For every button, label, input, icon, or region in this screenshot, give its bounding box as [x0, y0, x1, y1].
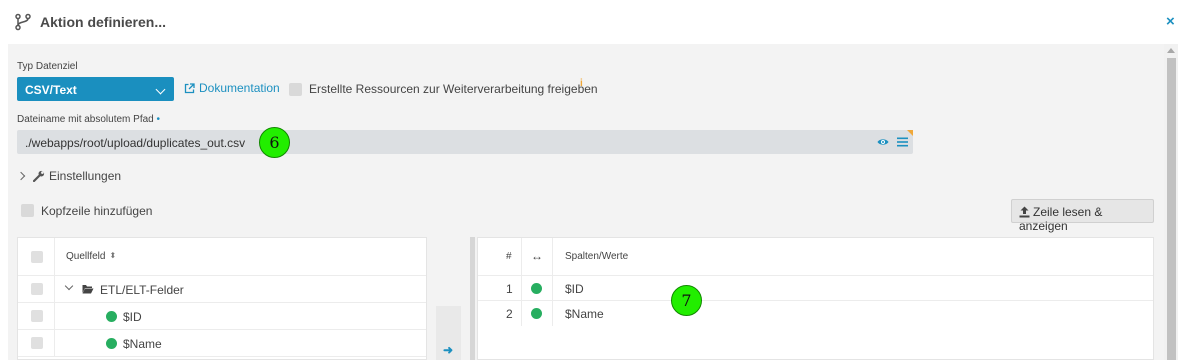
scrollbar-thumb[interactable]: [1167, 58, 1176, 360]
dokumentation-label: Dokumentation: [199, 81, 280, 95]
folder-open-icon: [82, 285, 94, 294]
field-label: $Name: [123, 337, 162, 351]
einstellungen-toggle[interactable]: Einstellungen: [16, 169, 122, 183]
table-row[interactable]: 2 $Name: [478, 301, 1153, 326]
chevron-right-icon: [16, 171, 26, 181]
column-separator: [552, 238, 553, 276]
required-indicator: •: [156, 114, 161, 125]
column-value[interactable]: $Name: [565, 307, 604, 321]
branch-icon: [15, 13, 31, 31]
column-separator: [54, 303, 55, 329]
einstellungen-label: Einstellungen: [49, 169, 122, 183]
eye-icon[interactable]: [877, 137, 889, 147]
table-row[interactable]: $Name: [18, 330, 426, 357]
quellfeld-header[interactable]: Quellfeld ⬍: [66, 251, 116, 262]
field-label: $ID: [123, 310, 142, 324]
dialog-title: Aktion definieren...: [40, 14, 167, 30]
column-separator: [54, 276, 55, 302]
etl-folder-label: ETL/ELT-Felder: [100, 283, 184, 297]
modified-corner-marker: [907, 130, 913, 136]
swap-arrow-icon: ↔: [531, 249, 543, 263]
dokumentation-link[interactable]: Dokumentation: [184, 81, 280, 95]
dialog-header: Aktion definieren... ×: [0, 0, 1187, 44]
table-row[interactable]: ETL/ELT-Felder: [18, 276, 426, 303]
status-dot: [106, 338, 117, 349]
annotation-badge-7: 7: [671, 285, 702, 316]
wrench-icon: [32, 170, 45, 183]
column-separator: [54, 238, 55, 275]
arrow-right-icon: ➜: [443, 343, 454, 357]
column-separator: [521, 276, 522, 301]
select-all-checkbox[interactable]: [31, 251, 43, 263]
quellfeld-header-label: Quellfeld: [66, 251, 106, 262]
source-field-table: Quellfeld ⬍ ETL/ELT-Felder $ID $Name: [17, 237, 427, 360]
status-dot: [106, 311, 117, 322]
target-columns-table: # ↔ Spalten/Werte 1 $ID 2 $Name: [477, 237, 1154, 360]
file-path-value: ./webapps/root/upload/duplicates_out.csv: [25, 136, 246, 150]
row-number: 2: [506, 307, 513, 321]
table-row[interactable]: 1 $ID: [478, 276, 1153, 301]
status-dot: [531, 283, 542, 294]
share-resources-label: Erstellte Ressourcen zur Weiterverarbeit…: [309, 82, 598, 96]
table-header-row: Quellfeld ⬍: [18, 238, 426, 276]
table-header-row: # ↔ Spalten/Werte: [478, 238, 1153, 276]
file-path-label-text: Dateiname mit absolutem Pfad: [17, 114, 154, 125]
info-icon[interactable]: i: [580, 78, 583, 89]
row-checkbox[interactable]: [31, 310, 43, 322]
scroll-up-icon[interactable]: [1167, 48, 1175, 53]
column-separator: [552, 276, 553, 301]
close-icon[interactable]: ×: [1166, 13, 1175, 30]
status-dot: [531, 308, 542, 319]
chevron-down-icon: [155, 84, 166, 95]
share-resources-checkbox[interactable]: [289, 83, 302, 96]
sort-icon[interactable]: ⬍: [109, 251, 116, 260]
typ-datenziel-value: CSV/Text: [25, 83, 77, 97]
list-menu-icon[interactable]: [897, 137, 908, 147]
column-value[interactable]: $ID: [565, 282, 584, 296]
typ-datenziel-label: Typ Datenziel: [17, 61, 78, 72]
row-number: 1: [506, 282, 513, 296]
row-checkbox[interactable]: [31, 283, 43, 295]
header-row-label: Kopfzeile hinzufügen: [41, 204, 153, 218]
read-row-button[interactable]: Zeile lesen & anzeigen: [1011, 199, 1154, 233]
chevron-down-icon[interactable]: [64, 281, 74, 291]
column-separator: [521, 238, 522, 276]
table-row[interactable]: $ID: [18, 303, 426, 330]
col-num-header: #: [506, 251, 512, 262]
transfer-button[interactable]: ➜: [436, 306, 461, 360]
col-values-header: Spalten/Werte: [565, 251, 629, 262]
vertical-scrollbar[interactable]: [1164, 44, 1178, 360]
file-path-label: Dateiname mit absolutem Pfad •: [17, 114, 160, 125]
column-separator: [521, 301, 522, 326]
header-row-checkbox[interactable]: [21, 204, 34, 217]
column-separator: [552, 301, 553, 326]
typ-datenziel-select[interactable]: CSV/Text: [17, 77, 174, 101]
pane-splitter[interactable]: [470, 237, 475, 360]
annotation-badge-6: 6: [259, 127, 290, 158]
row-checkbox[interactable]: [31, 337, 43, 349]
column-separator: [54, 330, 55, 356]
upload-icon: [1019, 206, 1030, 218]
file-path-input[interactable]: ./webapps/root/upload/duplicates_out.csv: [17, 130, 913, 154]
external-link-icon: [184, 83, 195, 94]
